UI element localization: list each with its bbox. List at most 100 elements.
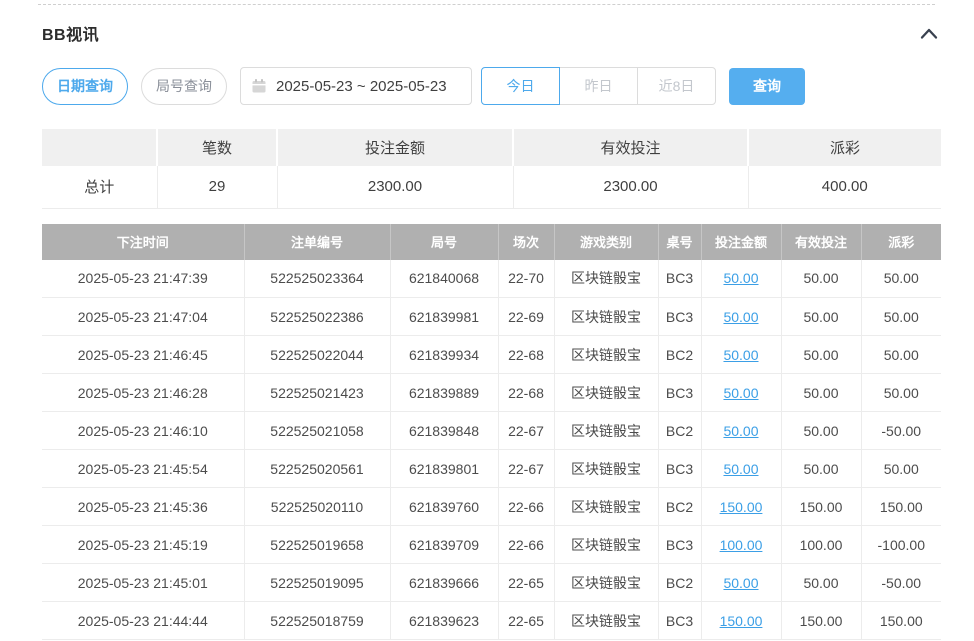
session-cell: 22-66 bbox=[498, 488, 554, 526]
bet-time-cell: 2025-05-23 21:47:39 bbox=[42, 260, 244, 298]
bet-time-cell: 2025-05-23 21:46:45 bbox=[42, 336, 244, 374]
table-no-cell: BC3 bbox=[658, 526, 701, 564]
bet-amount-link[interactable]: 50.00 bbox=[723, 347, 758, 363]
bet-id-cell: 522525018759 bbox=[244, 602, 390, 640]
round-id-cell: 621839709 bbox=[390, 526, 498, 564]
filter-today[interactable]: 今日 bbox=[481, 67, 560, 105]
summary-header-valid-bet: 有效投注 bbox=[513, 129, 748, 166]
session-cell: 22-67 bbox=[498, 450, 554, 488]
header-valid-bet: 有效投注 bbox=[781, 224, 861, 260]
tab-round-query[interactable]: 局号查询 bbox=[141, 68, 227, 105]
bet-amount-cell: 50.00 bbox=[701, 450, 781, 488]
bet-amount-link[interactable]: 50.00 bbox=[723, 385, 758, 401]
header-session: 场次 bbox=[498, 224, 554, 260]
round-id-cell: 621839981 bbox=[390, 298, 498, 336]
bet-amount-link[interactable]: 50.00 bbox=[723, 423, 758, 439]
summary-header-payout: 派彩 bbox=[748, 129, 941, 166]
table-no-cell: BC2 bbox=[658, 336, 701, 374]
top-dashed-divider bbox=[38, 4, 935, 5]
search-button[interactable]: 查询 bbox=[729, 68, 805, 105]
records-body: 2025-05-23 21:47:39522525023364621840068… bbox=[42, 260, 941, 640]
table-row: 2025-05-23 21:45:54522525020561621839801… bbox=[42, 450, 941, 488]
round-id-cell: 621839801 bbox=[390, 450, 498, 488]
tab-date-query[interactable]: 日期查询 bbox=[42, 68, 128, 105]
summary-total-payout: 400.00 bbox=[748, 166, 941, 208]
bet-id-cell: 522525021058 bbox=[244, 412, 390, 450]
table-no-cell: BC3 bbox=[658, 450, 701, 488]
table-row: 2025-05-23 21:44:44522525018759621839623… bbox=[42, 602, 941, 640]
table-no-cell: BC2 bbox=[658, 412, 701, 450]
summary-total-bet-amount: 2300.00 bbox=[277, 166, 513, 208]
header-table-no: 桌号 bbox=[658, 224, 701, 260]
table-row: 2025-05-23 21:45:01522525019095621839666… bbox=[42, 564, 941, 602]
summary-header-blank bbox=[42, 129, 157, 166]
valid-bet-cell: 50.00 bbox=[781, 374, 861, 412]
bet-time-cell: 2025-05-23 21:45:36 bbox=[42, 488, 244, 526]
valid-bet-cell: 50.00 bbox=[781, 298, 861, 336]
valid-bet-cell: 150.00 bbox=[781, 602, 861, 640]
summary-total-count: 29 bbox=[157, 166, 277, 208]
summary-table: 笔数 投注金额 有效投注 派彩 总计 29 2300.00 2300.00 40… bbox=[42, 129, 941, 209]
bet-time-cell: 2025-05-23 21:46:10 bbox=[42, 412, 244, 450]
calendar-icon bbox=[251, 78, 267, 94]
bet-amount-cell: 100.00 bbox=[701, 526, 781, 564]
session-cell: 22-70 bbox=[498, 260, 554, 298]
payout-cell: 150.00 bbox=[861, 488, 941, 526]
records-table: 下注时间 注单编号 局号 场次 游戏类别 桌号 投注金额 有效投注 派彩 202… bbox=[42, 224, 941, 641]
summary-header-row: 笔数 投注金额 有效投注 派彩 bbox=[42, 129, 941, 166]
payout-cell: 150.00 bbox=[861, 602, 941, 640]
bet-amount-link[interactable]: 100.00 bbox=[720, 537, 763, 553]
filter-last8days[interactable]: 近8日 bbox=[637, 67, 716, 105]
header-payout: 派彩 bbox=[861, 224, 941, 260]
bet-id-cell: 522525020110 bbox=[244, 488, 390, 526]
payout-cell: -50.00 bbox=[861, 564, 941, 602]
table-no-cell: BC3 bbox=[658, 260, 701, 298]
header-bet-id: 注单编号 bbox=[244, 224, 390, 260]
bet-amount-link[interactable]: 50.00 bbox=[723, 575, 758, 591]
session-cell: 22-68 bbox=[498, 374, 554, 412]
bet-amount-cell: 150.00 bbox=[701, 488, 781, 526]
session-cell: 22-67 bbox=[498, 412, 554, 450]
bet-time-cell: 2025-05-23 21:45:54 bbox=[42, 450, 244, 488]
bet-amount-cell: 150.00 bbox=[701, 602, 781, 640]
date-range-input[interactable]: 2025-05-23 ~ 2025-05-23 bbox=[240, 67, 472, 105]
table-no-cell: BC3 bbox=[658, 374, 701, 412]
bet-id-cell: 522525019658 bbox=[244, 526, 390, 564]
bet-amount-cell: 50.00 bbox=[701, 564, 781, 602]
bet-id-cell: 522525020561 bbox=[244, 450, 390, 488]
date-range-value: 2025-05-23 ~ 2025-05-23 bbox=[276, 78, 447, 95]
records-header-row: 下注时间 注单编号 局号 场次 游戏类别 桌号 投注金额 有效投注 派彩 bbox=[42, 224, 941, 260]
table-row: 2025-05-23 21:46:28522525021423621839889… bbox=[42, 374, 941, 412]
bet-amount-link[interactable]: 50.00 bbox=[723, 309, 758, 325]
round-id-cell: 621839623 bbox=[390, 602, 498, 640]
valid-bet-cell: 50.00 bbox=[781, 564, 861, 602]
quick-filter-group: 今日 昨日 近8日 bbox=[481, 67, 716, 105]
table-row: 2025-05-23 21:46:10522525021058621839848… bbox=[42, 412, 941, 450]
filter-yesterday[interactable]: 昨日 bbox=[559, 67, 638, 105]
session-cell: 22-69 bbox=[498, 298, 554, 336]
game-type-cell: 区块链骰宝 bbox=[554, 374, 658, 412]
collapse-panel-button[interactable] bbox=[919, 26, 939, 40]
summary-header-bet-amount: 投注金额 bbox=[277, 129, 513, 166]
round-id-cell: 621840068 bbox=[390, 260, 498, 298]
round-id-cell: 621839760 bbox=[390, 488, 498, 526]
session-cell: 22-65 bbox=[498, 564, 554, 602]
summary-total-valid-bet: 2300.00 bbox=[513, 166, 748, 208]
bet-amount-link[interactable]: 50.00 bbox=[723, 461, 758, 477]
round-id-cell: 621839889 bbox=[390, 374, 498, 412]
bet-amount-link[interactable]: 150.00 bbox=[720, 499, 763, 515]
game-type-cell: 区块链骰宝 bbox=[554, 602, 658, 640]
chevron-up-icon bbox=[919, 26, 939, 40]
bet-amount-link[interactable]: 150.00 bbox=[720, 613, 763, 629]
round-id-cell: 621839666 bbox=[390, 564, 498, 602]
valid-bet-cell: 100.00 bbox=[781, 526, 861, 564]
bet-amount-link[interactable]: 50.00 bbox=[723, 270, 758, 286]
bet-amount-cell: 50.00 bbox=[701, 260, 781, 298]
header-game-type: 游戏类别 bbox=[554, 224, 658, 260]
valid-bet-cell: 50.00 bbox=[781, 260, 861, 298]
game-type-cell: 区块链骰宝 bbox=[554, 260, 658, 298]
table-no-cell: BC3 bbox=[658, 602, 701, 640]
valid-bet-cell: 50.00 bbox=[781, 412, 861, 450]
valid-bet-cell: 50.00 bbox=[781, 336, 861, 374]
valid-bet-cell: 150.00 bbox=[781, 488, 861, 526]
